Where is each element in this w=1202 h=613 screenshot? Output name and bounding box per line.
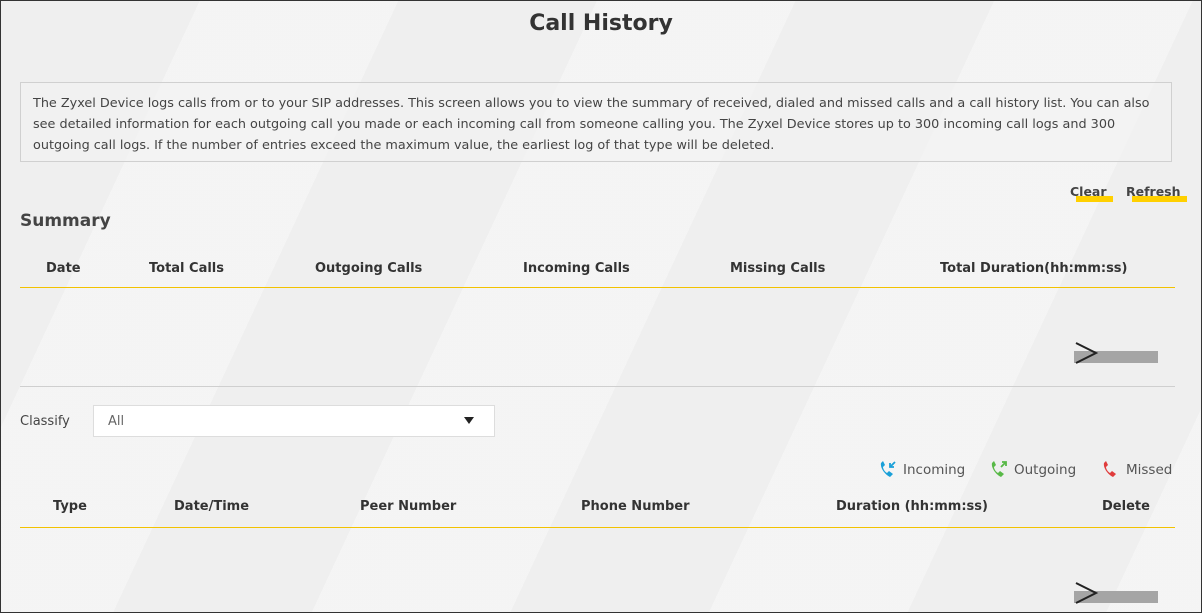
summary-title: Summary — [20, 211, 111, 231]
legend-outgoing-label: Outgoing — [1014, 462, 1077, 478]
chevron-right-icon — [1075, 582, 1099, 604]
description-box: The Zyxel Device logs calls from or to y… — [20, 82, 1172, 162]
summary-col-outgoing-calls: Outgoing Calls — [315, 261, 423, 276]
clear-label: Clear — [1070, 184, 1107, 199]
history-col-delete: Delete — [1102, 499, 1150, 514]
refresh-label: Refresh — [1126, 184, 1181, 199]
classify-selected-value: All — [108, 414, 125, 429]
history-header-divider — [20, 527, 1175, 528]
legend-outgoing: Outgoing — [989, 461, 1076, 479]
clear-button[interactable]: Clear — [1070, 184, 1113, 202]
classify-label: Classify — [20, 414, 70, 429]
summary-header-divider — [20, 287, 1175, 288]
summary-col-date: Date — [46, 261, 81, 276]
classify-select[interactable]: All — [93, 405, 495, 437]
summary-col-missing-calls: Missing Calls — [730, 261, 826, 276]
legend-incoming-label: Incoming — [903, 462, 966, 478]
history-col-type: Type — [53, 499, 87, 514]
chevron-right-icon — [1075, 342, 1099, 364]
summary-col-total-duration: Total Duration(hh:mm:ss) — [940, 261, 1128, 276]
refresh-button[interactable]: Refresh — [1126, 184, 1187, 202]
summary-scroll-next[interactable] — [1074, 342, 1158, 364]
incoming-call-icon — [880, 461, 896, 477]
call-history-page: Call History The Zyxel Device logs calls… — [0, 0, 1202, 613]
history-col-phone-number: Phone Number — [581, 499, 690, 514]
history-col-duration: Duration (hh:mm:ss) — [836, 499, 988, 514]
outgoing-call-icon — [991, 461, 1007, 477]
history-col-peer-number: Peer Number — [360, 499, 457, 514]
section-divider — [20, 386, 1175, 387]
page-title: Call History — [529, 11, 673, 36]
history-col-datetime: Date/Time — [174, 499, 250, 514]
summary-col-total-calls: Total Calls — [149, 261, 225, 276]
legend-missed: Missed — [1101, 461, 1172, 479]
dropdown-caret-icon — [464, 417, 474, 424]
summary-col-incoming-calls: Incoming Calls — [523, 261, 630, 276]
history-scroll-next[interactable] — [1074, 582, 1158, 604]
legend-missed-label: Missed — [1126, 462, 1173, 478]
missed-call-icon — [1103, 461, 1116, 477]
legend-incoming: Incoming — [878, 461, 965, 479]
